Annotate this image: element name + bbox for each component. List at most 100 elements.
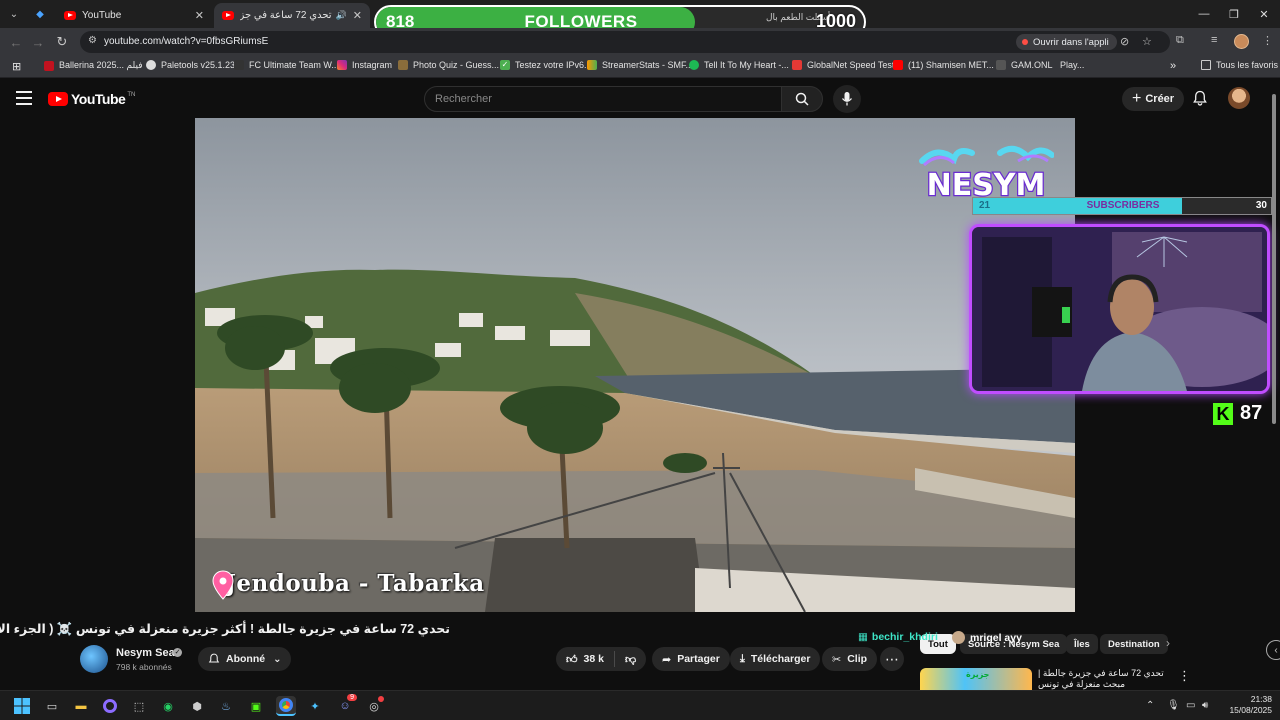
globalnet-icon [792,60,802,70]
share-button[interactable]: ➦ Partager [652,647,730,671]
close-window-icon[interactable]: ✕ [1248,0,1280,28]
channel-name[interactable]: Nesym Sea [116,647,175,659]
instagram-icon [337,60,347,70]
windows-start-icon[interactable] [12,696,32,716]
chip-islands[interactable]: Îles [1066,634,1098,654]
bookmark-label: Testez votre IPv6. [515,60,587,70]
obs-icon[interactable]: ◎ [364,696,384,716]
video-title: تحدي 72 ساعة في جزيرة جالطة ! أكثر جزيرة… [0,622,450,636]
bookmark-item[interactable]: ✓ Testez votre IPv6. [500,60,587,70]
apps-grid-icon[interactable]: ⊞ [12,60,21,73]
bookmark-item[interactable]: StreamerStats - SMF... [587,60,693,70]
whatsapp-icon[interactable]: ◉ [158,696,178,716]
chat-username: bechir_khdiri [871,631,938,643]
subscribed-button[interactable]: Abonné ⌄ [198,647,292,671]
bookmark-item[interactable]: GlobalNet Speed Test [792,60,894,70]
related-more-icon[interactable]: ⋮ [1178,668,1191,684]
clip-label: Clip [847,653,868,665]
battlenet-icon[interactable]: ✦ [305,696,325,716]
minimize-icon[interactable]: — [1188,0,1220,28]
like-button[interactable]: 👍︎ 38 k [556,647,614,671]
more-actions-icon[interactable]: ⋯ [880,647,904,671]
bookmark-item[interactable]: GAM.ONL [996,60,1053,70]
recording-dot-icon [378,696,384,702]
snipping-tool-icon[interactable]: ⬚ [129,696,149,716]
cortana-icon[interactable] [100,696,120,716]
eye-off-icon[interactable]: ⊘ [1120,35,1129,48]
url-text[interactable]: youtube.com/watch?v=0fbsGRiumsE [104,36,268,47]
hamburger-menu-icon[interactable] [16,91,32,105]
bookmark-item[interactable]: Ballerina 2025... فيلم [44,60,143,71]
site-info-icon[interactable]: ⚙ [88,35,97,46]
file-explorer-icon[interactable]: ▬ [71,696,91,716]
tab-search-dropdown-icon[interactable]: ⌄ [4,4,24,24]
bookmark-item[interactable]: Instagram [337,60,392,70]
reload-icon[interactable]: ↻ [52,32,72,52]
subscribers-goal: 30 [1255,200,1267,211]
chevron-right-icon[interactable]: › [1166,636,1170,650]
download-button[interactable]: ⤓ Télécharger [730,647,821,671]
map-pin-icon [212,570,234,600]
windows-taskbar: ▭ ▬ ⬚ ◉ ⬢ ♨ ▣ ✦ ☺ 9 ◎ ⌃ 🎙︎ ▭ 🔊︎ 21:38 15… [0,690,1280,720]
page-scrollbar[interactable] [1271,84,1277,690]
search-input[interactable]: Rechercher [424,86,782,112]
back-icon[interactable]: ← [6,32,26,52]
dislike-button[interactable]: 👎︎ [615,647,646,671]
menu-kebab-icon[interactable]: ⋮ [1262,34,1273,47]
tab-youtube[interactable]: YouTube ✕ [56,3,212,28]
open-in-app-button[interactable]: Ouvrir dans l'appli [1016,34,1117,50]
fc-icon [234,60,244,70]
all-bookmarks-folder[interactable]: Tous les favoris [1201,60,1278,70]
clip-button[interactable]: ✂ Clip [822,647,878,671]
volume-icon[interactable]: 🔊︎ [1202,700,1208,711]
notifications-bell-icon[interactable] [1192,90,1208,106]
network-icon[interactable]: ▭ [1186,700,1195,711]
extensions-icon[interactable]: ⧉ [1176,34,1184,47]
restore-icon[interactable]: ❐ [1218,0,1250,28]
create-button[interactable]: + Créer [1122,87,1185,111]
discord-icon[interactable]: ☺ 9 [335,694,357,716]
audio-playing-icon[interactable]: 🔊 [336,10,347,21]
user-avatar[interactable] [1228,87,1250,109]
bookmark-item[interactable]: Tell It To My Heart -... [689,60,789,70]
all-bookmarks-label: Tous les favoris [1216,60,1279,70]
chip-destination[interactable]: Destination [1100,634,1168,654]
youtube-favicon-icon [222,11,234,20]
bookmark-star-icon[interactable]: ☆ [1142,35,1152,48]
system-clock[interactable]: 21:38 15/08/2025 [1216,694,1272,716]
kick-app-icon[interactable]: ▣ [246,696,266,716]
channel-avatar[interactable] [80,645,108,673]
epic-games-icon[interactable]: ⬢ [187,696,207,716]
pinned-tab-gem-icon[interactable]: ◆ [30,4,50,24]
address-bar[interactable]: ⚙ youtube.com/watch?v=0fbsGRiumsE Ouvrir… [80,31,1170,53]
bookmark-item[interactable]: Play... [1060,60,1084,70]
chrome-icon[interactable] [276,696,296,716]
forward-icon[interactable]: → [28,32,48,52]
bookmark-item[interactable]: Paletools v25.1.23 [146,60,235,70]
youtube-logo[interactable]: YouTube TN [48,91,135,107]
search-button[interactable] [781,86,823,112]
tab-video-active[interactable]: تحدي 72 ساعة في جزيرة جالطة 🔊 ✕ [214,3,370,28]
related-video-title[interactable]: تحدي 72 ساعة في جزيرة جالطة | مبحث منعزل… [1038,668,1166,690]
bookmark-label: FC Ultimate Team W... [249,60,339,70]
steam-icon[interactable]: ♨ [216,696,236,716]
tray-overflow-icon[interactable]: ⌃ [1146,700,1154,711]
bookmark-item[interactable]: Photo Quiz - Guess... [398,60,499,70]
media-control-icon[interactable]: ≡ [1211,34,1217,46]
spotify-icon [689,60,699,70]
microphone-tray-icon[interactable]: 🎙︎ [1167,700,1180,711]
bookmarks-bar: ⊞ Ballerina 2025... فيلم Paletools v25.1… [0,56,1280,78]
bookmark-item[interactable]: FC Ultimate Team W... [234,60,339,70]
tab-close-icon[interactable]: ✕ [189,9,204,22]
tab-close-icon[interactable]: ✕ [347,9,362,22]
subscriber-count: 798 k abonnés [116,662,172,672]
bookmark-item[interactable]: (11) Shamisen MET... [893,60,994,70]
voice-search-button[interactable] [833,85,861,113]
download-icon: ⤓ [740,652,745,665]
task-view-icon[interactable]: ▭ [42,696,62,716]
plus-icon: + [1132,90,1142,107]
more-bookmarks-icon[interactable]: » [1170,60,1176,72]
scrollbar-thumb[interactable] [1272,94,1276,424]
related-video-thumbnail[interactable]: جزيرة [920,668,1032,690]
profile-avatar[interactable] [1234,34,1249,49]
